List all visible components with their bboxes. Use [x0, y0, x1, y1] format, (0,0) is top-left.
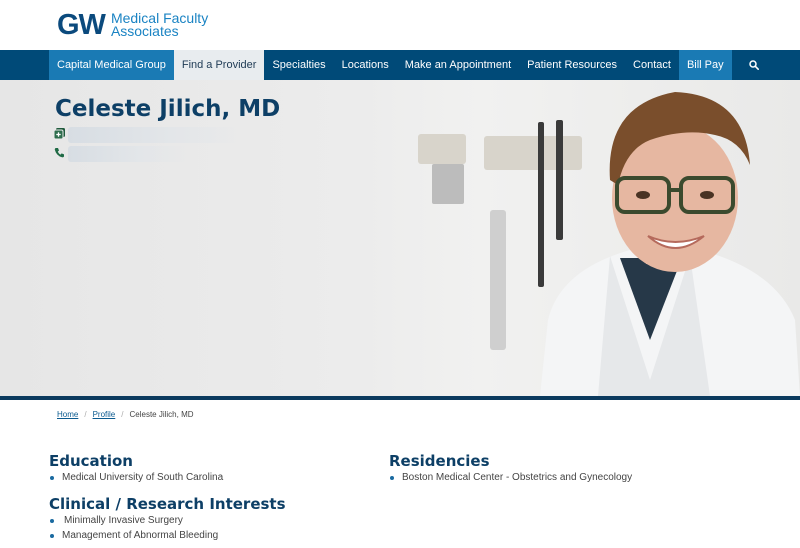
residency-item: Boston Medical Center - Obstetrics and G…	[402, 472, 633, 483]
list-item: Management of Abnormal Bleeding	[50, 530, 218, 541]
site-header: GW Medical Faculty Associates	[0, 0, 800, 50]
bullet-dot	[50, 475, 54, 480]
logo-mark: GW	[57, 9, 106, 41]
nav-item-find-a-provider[interactable]: Find a Provider	[173, 50, 265, 80]
bullet-dot	[50, 533, 54, 538]
list-item: Medical University of South Carolina	[50, 472, 223, 483]
search-icon	[748, 60, 759, 70]
breadcrumb: Home / Profile / Celeste Jilich, MD	[57, 410, 194, 419]
nav-item-make-an-appointment[interactable]: Make an Appointment	[397, 50, 519, 80]
wall-equipment	[418, 134, 466, 164]
logo-line-2: Associates	[110, 23, 179, 39]
main-nav: Capital Medical Group Find a Provider Sp…	[0, 50, 800, 80]
breadcrumb-profile[interactable]: Profile	[93, 410, 116, 419]
phone-icon[interactable]	[54, 147, 65, 158]
hero-divider	[0, 396, 800, 400]
provider-name: Celeste Jilich, MD	[55, 96, 281, 122]
bullet-dot	[50, 518, 54, 523]
address-blurred	[68, 127, 240, 143]
interest-item: Management of Abnormal Bleeding	[62, 530, 219, 541]
wall-box	[432, 164, 464, 204]
breadcrumb-separator: /	[84, 410, 87, 419]
interests-heading: Clinical / Research Interests	[49, 495, 286, 513]
nav-item-bill-pay[interactable]: Bill Pay	[678, 50, 732, 80]
breadcrumb-current: Celeste Jilich, MD	[129, 410, 194, 419]
add-icon[interactable]	[54, 128, 65, 139]
interest-item: Minimally Invasive Surgery	[64, 515, 183, 526]
phone-blurred	[68, 146, 188, 162]
logo-text: Medical Faculty Associates	[110, 11, 208, 39]
gw-logo[interactable]: GW Medical Faculty Associates	[57, 9, 208, 41]
nav-item-specialties[interactable]: Specialties	[264, 50, 333, 80]
bullet-dot	[390, 475, 394, 480]
residencies-heading: Residencies	[389, 452, 490, 470]
education-item: Medical University of South Carolina	[62, 472, 224, 483]
nav-item-locations[interactable]: Locations	[334, 50, 397, 80]
education-heading: Education	[49, 452, 133, 470]
list-item: Boston Medical Center - Obstetrics and G…	[390, 472, 632, 483]
breadcrumb-home[interactable]: Home	[57, 410, 78, 419]
provider-photo	[540, 92, 800, 396]
nav-item-capital-medical-group[interactable]: Capital Medical Group	[49, 50, 174, 80]
search-button[interactable]	[732, 50, 776, 80]
list-item: Minimally Invasive Surgery	[50, 515, 183, 526]
nav-item-contact[interactable]: Contact	[625, 50, 679, 80]
breadcrumb-separator: /	[121, 410, 124, 419]
nav-items: Capital Medical Group Find a Provider Sp…	[49, 50, 776, 80]
nav-item-patient-resources[interactable]: Patient Resources	[519, 50, 625, 80]
provider-hero: Celeste Jilich, MD	[0, 80, 800, 396]
